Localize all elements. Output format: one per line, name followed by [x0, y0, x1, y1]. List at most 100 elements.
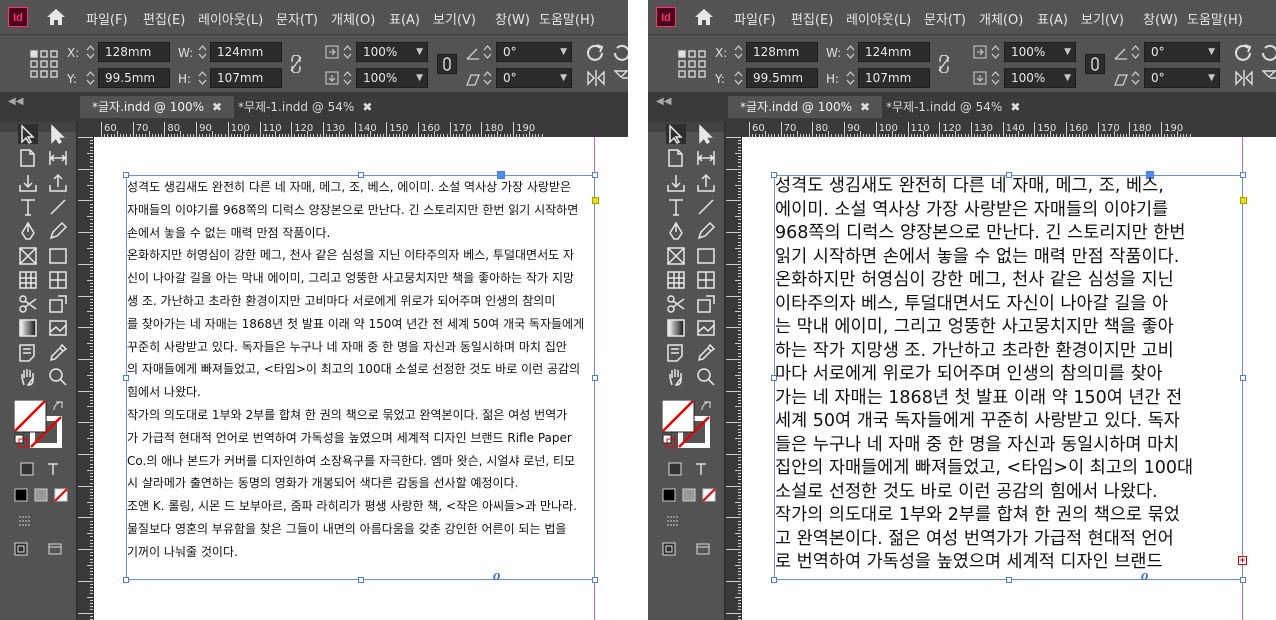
- resize-handle[interactable]: [1240, 374, 1246, 381]
- close-icon[interactable]: ✖: [212, 100, 222, 114]
- overset-text-icon[interactable]: +: [1238, 556, 1247, 565]
- type-tool-icon[interactable]: [18, 197, 38, 217]
- grid-tool-icon[interactable]: [48, 270, 68, 290]
- page-tool-icon[interactable]: [666, 148, 686, 168]
- selection-tool-icon[interactable]: [666, 124, 686, 144]
- document-canvas[interactable]: o 성격도 생김새도 완전히 다른 네 자매, 메그, 조, 베스, 에이미. 소…: [94, 137, 628, 620]
- rectangle-tool-icon[interactable]: [48, 246, 68, 266]
- hand-tool-icon[interactable]: [18, 367, 38, 387]
- tab-untitled-1[interactable]: *무제-1.indd @ 54% ✖: [876, 96, 1030, 118]
- rotate-counterclockwise-icon[interactable]: [1260, 42, 1276, 62]
- normal-view-icon[interactable]: [662, 542, 676, 556]
- formatting-container-icon[interactable]: [668, 462, 682, 476]
- dropdown-arrow-icon[interactable]: ▼: [560, 43, 567, 61]
- rectangle-frame-tool-icon[interactable]: [666, 246, 686, 266]
- rotate-clockwise-icon[interactable]: [585, 42, 605, 62]
- text-frame-indicator[interactable]: o: [493, 568, 501, 585]
- w-stepper-icon[interactable]: [846, 43, 855, 61]
- scale-x-stepper-icon[interactable]: [343, 43, 352, 61]
- table-tool-icon[interactable]: [666, 270, 686, 290]
- resize-handle[interactable]: [1240, 577, 1246, 583]
- note-tool-icon[interactable]: [666, 343, 686, 363]
- ruler-origin[interactable]: [78, 122, 94, 137]
- content-placer-icon[interactable]: [48, 173, 68, 193]
- pen-tool-icon[interactable]: [18, 221, 38, 241]
- menu-table[interactable]: 표(A): [1037, 9, 1068, 28]
- rotate-stepper-icon[interactable]: [1131, 43, 1140, 61]
- reference-point-icon[interactable]: [678, 50, 706, 78]
- rectangle-frame-tool-icon[interactable]: [18, 246, 38, 266]
- shear-stepper-icon[interactable]: [483, 69, 492, 87]
- grid-tool-icon[interactable]: [696, 270, 716, 290]
- scale-x-field[interactable]: 100% ▼: [1004, 42, 1076, 62]
- menu-file[interactable]: 파일(F): [86, 9, 128, 28]
- rotate-clockwise-icon[interactable]: [1233, 42, 1253, 62]
- hand-tool-icon[interactable]: [666, 367, 686, 387]
- pencil-tool-icon[interactable]: [696, 221, 716, 241]
- scissors-tool-icon[interactable]: [18, 294, 38, 314]
- shear-field[interactable]: 0° ▼: [496, 68, 572, 88]
- eyedropper-tool-icon[interactable]: [696, 343, 716, 363]
- scale-x-stepper-icon[interactable]: [991, 43, 1000, 61]
- selection-tool-icon[interactable]: [18, 124, 38, 144]
- zoom-tool-icon[interactable]: [48, 367, 68, 387]
- home-icon[interactable]: [46, 8, 66, 26]
- eyedropper-tool-icon[interactable]: [48, 343, 68, 363]
- dropdown-arrow-icon[interactable]: ▼: [1208, 69, 1215, 87]
- resize-handle[interactable]: [357, 577, 364, 583]
- menu-table[interactable]: 표(A): [389, 9, 420, 28]
- close-icon[interactable]: ✖: [860, 100, 870, 114]
- menu-help[interactable]: 도움말(H): [1187, 9, 1243, 28]
- dropdown-arrow-icon[interactable]: ▼: [560, 69, 567, 87]
- default-fill-stroke-icon[interactable]: [662, 434, 676, 448]
- y-stepper-icon[interactable]: [86, 69, 95, 87]
- constrain-proportions-icon[interactable]: [937, 55, 951, 73]
- x-stepper-icon[interactable]: [86, 43, 95, 61]
- direct-selection-tool-icon[interactable]: [48, 124, 68, 144]
- menu-layout[interactable]: 레이아웃(L): [846, 9, 911, 28]
- menu-view[interactable]: 보기(V): [433, 9, 476, 28]
- scale-y-stepper-icon[interactable]: [343, 69, 352, 87]
- horizontal-ruler[interactable]: 60 70 80 90 100 110 120 130 140 150 160 170 180 190: [94, 122, 628, 137]
- flip-vertical-icon[interactable]: [612, 69, 628, 87]
- tab-geulja[interactable]: *글자.indd @ 100% ✖: [80, 96, 235, 118]
- x-stepper-icon[interactable]: [734, 43, 743, 61]
- in-port[interactable]: [1240, 197, 1247, 204]
- menu-edit[interactable]: 편집(E): [791, 9, 833, 28]
- tab-untitled-1[interactable]: *무제-1.indd @ 54% ✖: [228, 96, 382, 118]
- gradient-feather-tool-icon[interactable]: [696, 318, 716, 338]
- direct-selection-tool-icon[interactable]: [696, 124, 716, 144]
- flip-vertical-icon[interactable]: [1260, 69, 1276, 87]
- collapse-panel-icon[interactable]: ◀◀: [656, 96, 671, 107]
- pen-tool-icon[interactable]: [666, 221, 686, 241]
- document-canvas[interactable]: o 성격도 생김새도 완전히 다른 네 자매, 메그, 조, 베스, 에이미. 소설…: [742, 137, 1276, 620]
- horizontal-ruler[interactable]: 60 70 80 90 100 110 120 130 140 150 160 170 180 190: [742, 122, 1276, 137]
- menu-window[interactable]: 창(W): [1143, 9, 1178, 28]
- normal-view-icon[interactable]: [14, 542, 28, 556]
- default-fill-stroke-icon[interactable]: [14, 434, 28, 448]
- apply-none-icon[interactable]: [702, 488, 716, 502]
- table-tool-icon[interactable]: [18, 270, 38, 290]
- pencil-tool-icon[interactable]: [48, 221, 68, 241]
- content-collector-icon[interactable]: [18, 173, 38, 193]
- free-transform-tool-icon[interactable]: [696, 294, 716, 314]
- dropdown-arrow-icon[interactable]: ▼: [1064, 43, 1071, 61]
- ruler-origin[interactable]: [726, 122, 742, 137]
- home-icon[interactable]: [694, 8, 714, 26]
- x-field[interactable]: 128mm: [746, 42, 818, 62]
- apply-color-icon[interactable]: [662, 488, 676, 502]
- scale-y-field[interactable]: 100% ▼: [356, 68, 428, 88]
- formatting-text-icon[interactable]: [46, 462, 60, 476]
- w-field[interactable]: 124mm: [858, 42, 930, 62]
- scissors-tool-icon[interactable]: [666, 294, 686, 314]
- close-icon[interactable]: ✖: [362, 100, 372, 114]
- rotate-stepper-icon[interactable]: [483, 43, 492, 61]
- h-stepper-icon[interactable]: [198, 69, 207, 87]
- w-field[interactable]: 124mm: [210, 42, 282, 62]
- menu-layout[interactable]: 레이아웃(L): [198, 9, 263, 28]
- dropdown-arrow-icon[interactable]: ▼: [416, 69, 423, 87]
- menu-view[interactable]: 보기(V): [1081, 9, 1124, 28]
- text-frame-content[interactable]: 성격도 생김새도 완전히 다른 네 자매, 메그, 조, 베스, 에이미. 소설 …: [775, 175, 1193, 575]
- edit-options-icon[interactable]: [18, 514, 32, 528]
- close-icon[interactable]: ✖: [1010, 100, 1020, 114]
